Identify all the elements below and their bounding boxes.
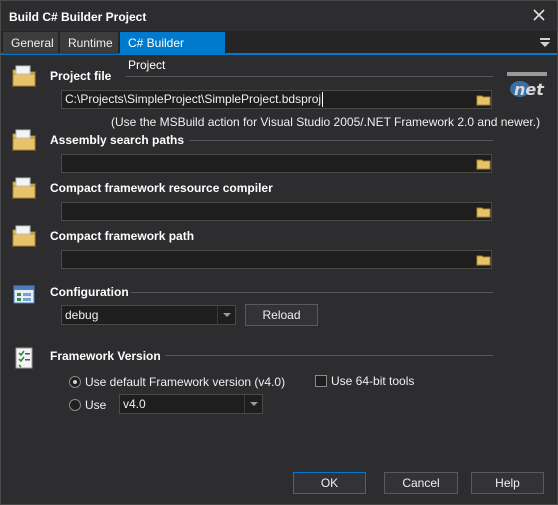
project-file-input[interactable]: C:\Projects\SimpleProject\SimpleProject.…: [61, 90, 492, 109]
folder-icon: [11, 223, 37, 249]
compact-framework-path-heading: Compact framework path: [50, 229, 195, 243]
framework-version-heading: Framework Version: [50, 349, 161, 363]
configuration-select[interactable]: debug: [61, 305, 236, 325]
compact-resource-compiler-input[interactable]: [61, 202, 492, 221]
default-framework-radio[interactable]: [69, 376, 81, 388]
chevron-down-icon[interactable]: [217, 306, 235, 324]
tab-general[interactable]: General: [3, 32, 59, 54]
compact-resource-compiler-heading: Compact framework resource compiler: [50, 181, 273, 195]
window-title: Build C# Builder Project: [9, 10, 147, 24]
cancel-button[interactable]: Cancel: [384, 472, 458, 494]
svg-text:net: net: [514, 80, 545, 99]
project-file-heading: Project file: [50, 69, 112, 83]
divider: [189, 140, 493, 141]
build-csharp-builder-dialog: Build C# Builder Project General Runtime…: [0, 0, 558, 505]
configuration-heading: Configuration: [50, 285, 129, 299]
ok-button[interactable]: OK: [293, 472, 366, 494]
divider: [131, 292, 493, 293]
browse-folder-icon[interactable]: [476, 253, 492, 267]
dotnet-logo-icon: net: [506, 69, 550, 99]
browse-folder-icon[interactable]: [476, 157, 492, 171]
use-64bit-label[interactable]: Use 64-bit tools: [331, 374, 414, 388]
checklist-icon: [11, 345, 37, 371]
divider: [126, 76, 493, 77]
divider: [165, 355, 493, 356]
browse-folder-icon[interactable]: [476, 93, 492, 107]
use-64bit-checkbox[interactable]: [315, 375, 327, 387]
framework-version-select[interactable]: v4.0: [119, 394, 263, 414]
project-file-value: C:\Projects\SimpleProject\SimpleProject.…: [65, 92, 324, 107]
help-button[interactable]: Help: [471, 472, 544, 494]
use-framework-label[interactable]: Use: [85, 398, 106, 412]
assembly-search-paths-heading: Assembly search paths: [50, 133, 185, 147]
chevron-down-icon[interactable]: [244, 395, 262, 413]
configuration-icon: [11, 281, 37, 307]
tab-runtime[interactable]: Runtime: [60, 32, 119, 54]
configuration-value: debug: [65, 308, 99, 322]
default-framework-label[interactable]: Use default Framework version (v4.0): [85, 375, 285, 389]
tab-bar: General Runtime C# Builder Project: [1, 31, 557, 72]
framework-version-value: v4.0: [123, 397, 146, 411]
title-bar: Build C# Builder Project: [1, 1, 557, 31]
folder-icon: [11, 175, 37, 201]
use-framework-radio[interactable]: [69, 399, 81, 411]
folder-icon: [11, 63, 37, 89]
browse-folder-icon[interactable]: [476, 205, 492, 219]
tab-csharp-builder-project[interactable]: C# Builder Project: [120, 32, 226, 72]
reload-button[interactable]: Reload: [245, 304, 318, 326]
compact-framework-path-input[interactable]: [61, 250, 492, 269]
close-icon[interactable]: [531, 7, 547, 23]
msbuild-note: (Use the MSBuild action for Visual Studi…: [111, 115, 541, 129]
folder-icon: [11, 127, 37, 153]
assembly-search-paths-input[interactable]: [61, 154, 492, 173]
tab-menu-icon[interactable]: [539, 37, 551, 49]
